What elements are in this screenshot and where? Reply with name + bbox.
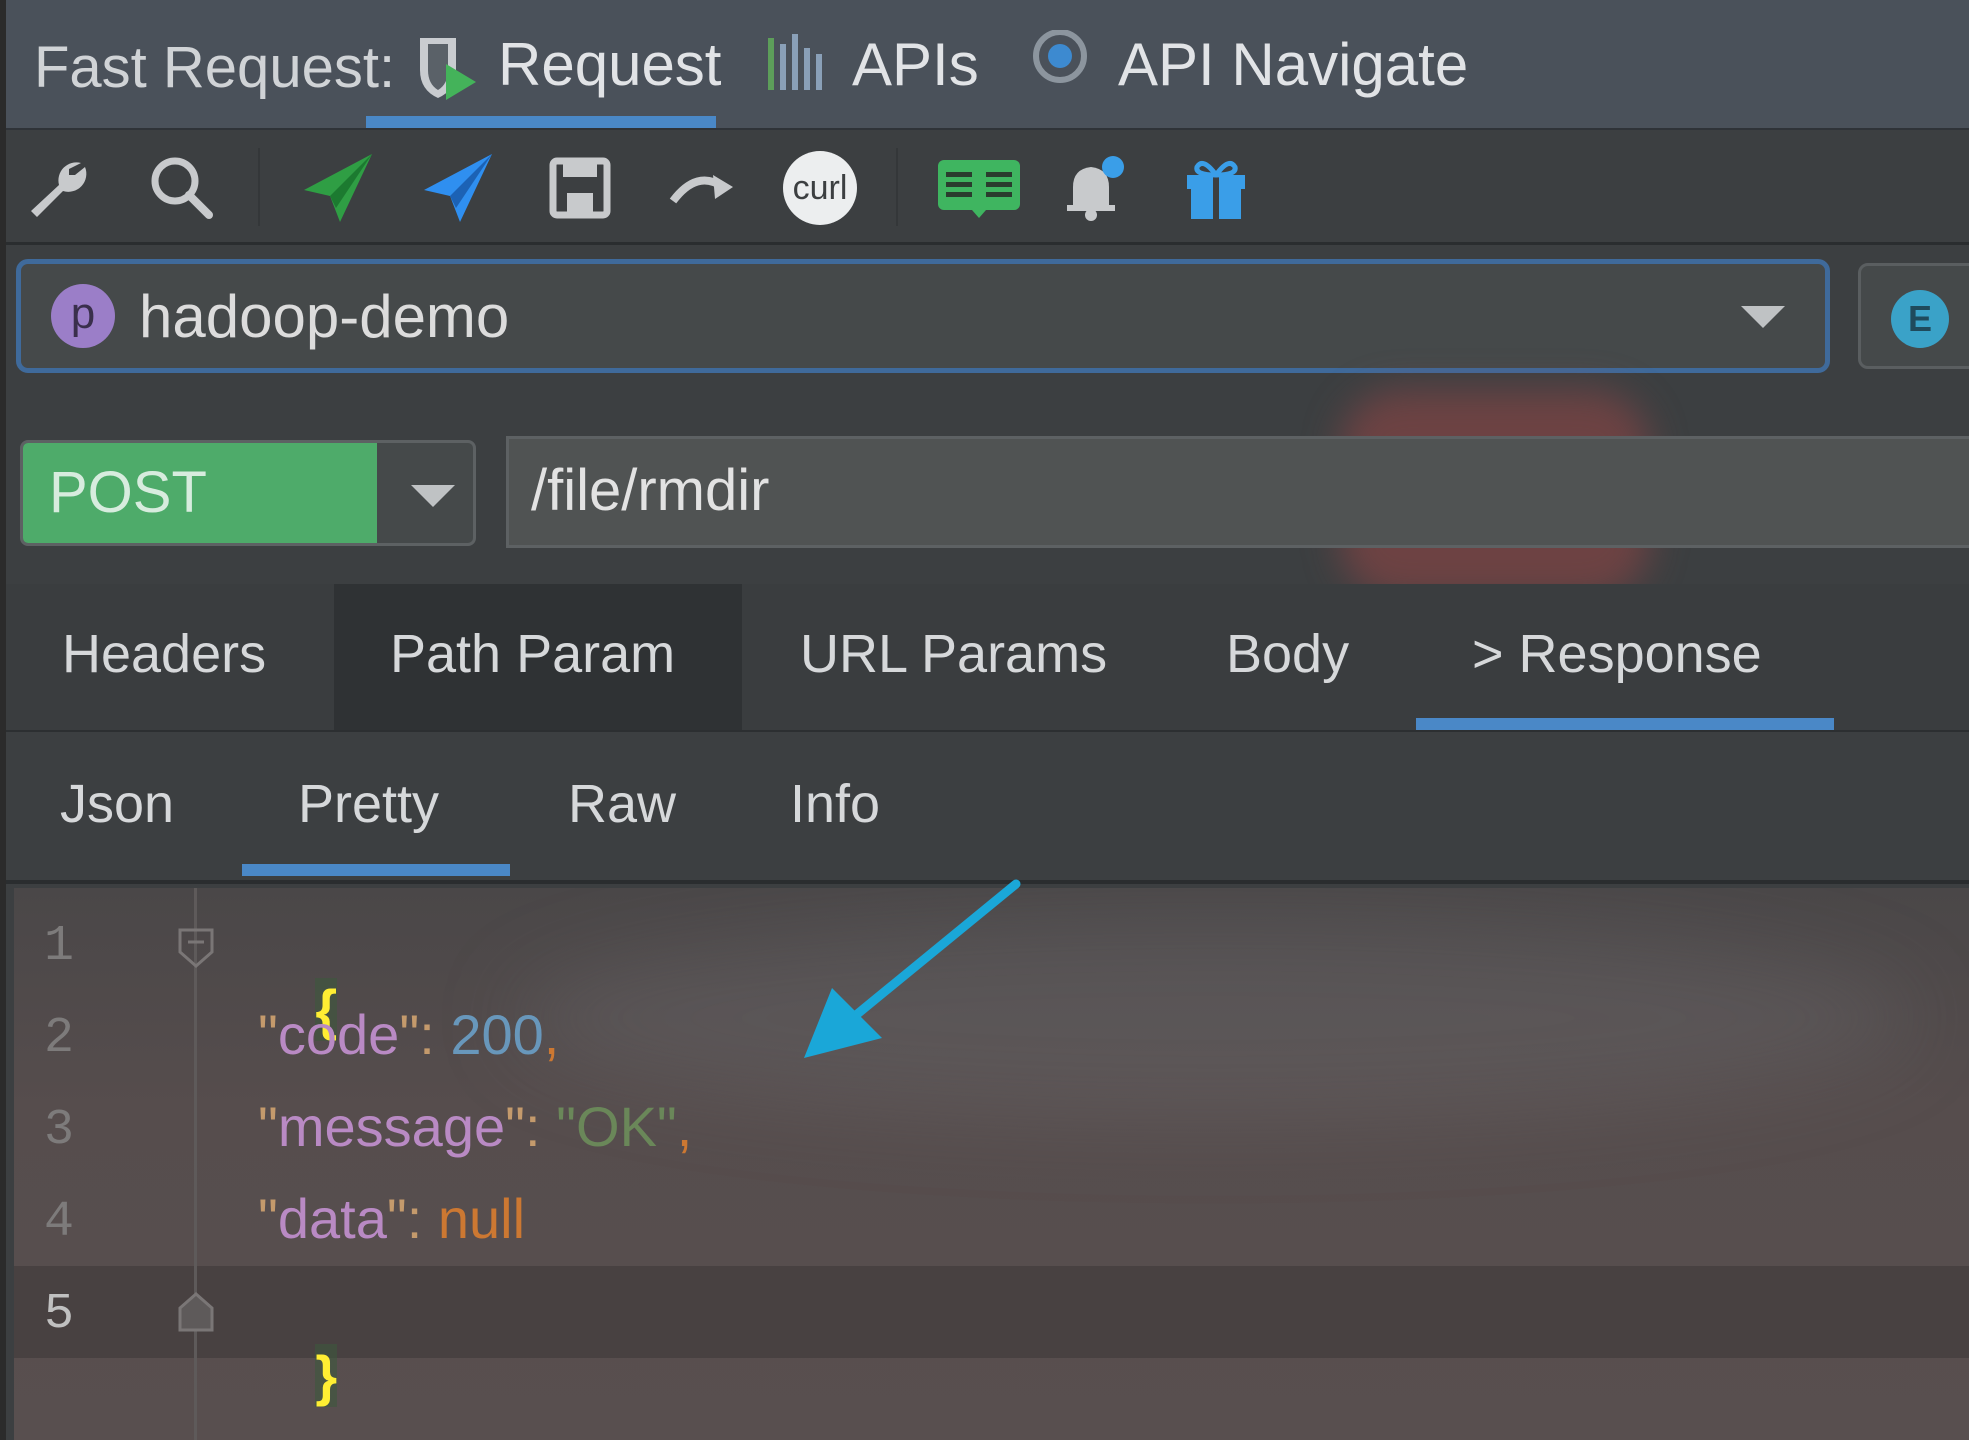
send-button[interactable] [300,150,376,226]
chevron-down-icon [1741,306,1785,328]
json-value: null [437,1187,526,1250]
search-icon [151,157,213,219]
toolbar-separator [258,148,260,226]
bell-icon [1067,156,1124,221]
gift-button[interactable] [1178,150,1254,226]
json-key: message [277,1095,506,1158]
fast-request-panel: Fast Request: Request APIs API Navigate … [0,0,1969,1440]
tab-apis[interactable]: APIs [764,30,979,128]
close-brace: } [315,1344,338,1407]
chevron-down-icon [411,485,455,507]
gift-icon [1187,160,1245,219]
tab-headers[interactable]: Headers [62,584,266,730]
tab-path-param[interactable]: Path Param [334,584,742,730]
project-badge: p [51,284,115,348]
send-blue-icon [424,154,492,222]
editor-background-haze [514,918,1914,1118]
request-tabs: Headers Path Param URL Params Body > Res… [0,584,1969,733]
line-number: 5 [44,1286,75,1343]
json-comma: , [543,1003,560,1066]
search-button[interactable] [144,150,220,226]
method-label: POST [23,443,377,543]
curl-icon: curl [783,151,857,225]
request-shield-icon [410,30,482,102]
tab-body[interactable]: Body [1226,584,1349,730]
tab-raw[interactable]: Raw [568,732,676,880]
method-select[interactable]: POST [20,440,476,546]
tab-request[interactable]: Request [366,30,721,128]
code-line: "code": 200, [258,1003,560,1066]
save-button[interactable] [542,150,618,226]
environment-badge: E [1891,290,1949,348]
redo-button[interactable] [664,150,740,226]
top-tab-bar: Fast Request: Request APIs API Navigate [0,0,1969,130]
project-row: p hadoop-demo E [0,245,1969,425]
json-key: code [277,1003,400,1066]
redo-icon [669,175,733,204]
toolbar: curl [0,130,1969,245]
line-number: 3 [44,1102,75,1159]
tab-request-label: Request [498,31,722,98]
bars-icon [764,30,836,102]
curl-label: curl [792,169,848,207]
url-input[interactable]: /file/rmdir [506,436,1969,548]
json-value: "OK" [556,1095,677,1158]
fold-close-icon[interactable] [178,1292,214,1332]
save-icon [549,157,611,219]
line-number: 4 [44,1194,75,1251]
left-edge [0,0,6,1440]
wrench-icon [31,162,87,217]
tab-info[interactable]: Info [790,732,880,880]
send-green-icon [304,154,372,222]
book-icon [938,160,1020,218]
docs-button[interactable] [934,150,1024,226]
project-select[interactable]: p hadoop-demo [16,259,1830,373]
line-number: 1 [44,918,75,975]
tab-api-navigate-label: API Navigate [1118,31,1469,98]
notifications-button[interactable] [1056,150,1132,226]
code-line: "message": "OK", [258,1095,693,1158]
tab-apis-label: APIs [852,31,979,98]
settings-button[interactable] [20,150,96,226]
annotation-arrow-icon [804,879,1021,1058]
tab-pretty[interactable]: Pretty [242,732,510,880]
line-number: 2 [44,1010,75,1067]
fold-open-icon[interactable] [178,928,214,968]
tab-json[interactable]: Json [60,732,174,880]
brand-label: Fast Request: [34,35,396,100]
toolbar-separator [896,148,898,226]
json-key: data [277,1187,387,1250]
json-comma: , [676,1095,693,1158]
environment-select[interactable]: E [1858,263,1969,369]
fold-gutter-line [194,888,197,1440]
json-value: 200 [450,1003,544,1066]
code-line: "data": null [258,1187,526,1250]
tab-response[interactable]: > Response [1416,584,1834,730]
code-line: } [222,1278,338,1440]
send-and-download-button[interactable] [420,150,496,226]
target-icon [1030,29,1102,102]
copy-curl-button[interactable]: curl [782,150,858,226]
tab-api-navigate[interactable]: API Navigate [1030,29,1469,128]
project-name: hadoop-demo [139,283,510,350]
tab-url-params[interactable]: URL Params [800,584,1107,730]
response-format-tabs: Json Pretty Raw Info [0,732,1969,884]
